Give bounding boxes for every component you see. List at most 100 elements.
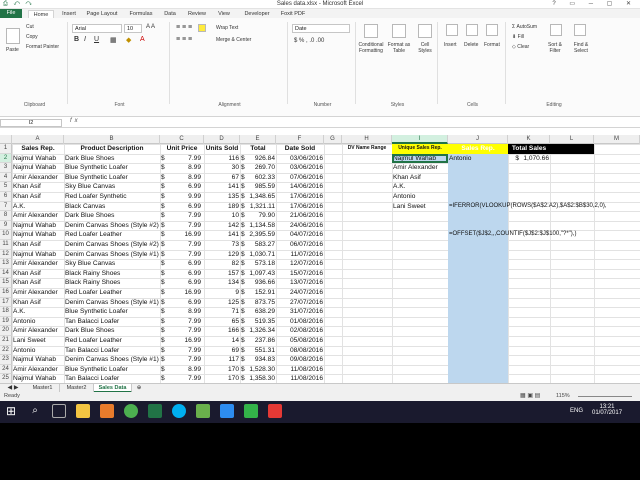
task-view-icon[interactable] (52, 404, 66, 418)
product-cell[interactable]: Tan Balacci Loafer (65, 346, 159, 356)
row-header[interactable]: 12 (0, 249, 12, 260)
product-cell[interactable]: Tan Balacci Loafer (65, 374, 159, 383)
view-mode-icons[interactable]: ▦ ▣ ▤ (520, 392, 540, 401)
units-sold-cell[interactable]: 134 (205, 278, 239, 288)
autosum-button[interactable]: Σ AutoSum (512, 24, 537, 30)
app-icon-green[interactable] (196, 404, 210, 418)
total-cell[interactable]: 1,321.11 (247, 202, 275, 212)
conditional-formatting-icon[interactable] (364, 24, 378, 38)
total-cell[interactable]: 519.35 (247, 317, 275, 327)
date-cell[interactable]: 24/06/2016 (277, 221, 323, 231)
sales-rep-cell[interactable]: Amir Alexander (13, 326, 63, 336)
sales-rep-cell[interactable]: Amir Alexander (13, 211, 63, 221)
total-sales-value[interactable]: 1,070.66 (517, 154, 549, 164)
unit-price-cell[interactable]: 7.99 (167, 317, 201, 327)
unit-price-cell[interactable]: 7.99 (167, 355, 201, 365)
select-all-corner[interactable] (0, 135, 12, 144)
tab-review[interactable]: Review (184, 10, 210, 18)
product-cell[interactable]: Red Loafer Leather (65, 230, 159, 240)
column-title[interactable]: Units Sold (205, 144, 239, 154)
row-header[interactable]: 20 (0, 326, 12, 336)
units-sold-cell[interactable]: 71 (205, 307, 239, 317)
date-cell[interactable]: 07/06/2016 (277, 173, 323, 183)
row-header[interactable]: 16 (0, 288, 12, 298)
sales-rep-cell[interactable]: Khan Asif (13, 298, 63, 308)
product-cell[interactable]: Blue Synthetic Loafer (65, 307, 159, 317)
row-header[interactable]: 2 (0, 153, 12, 164)
units-sold-cell[interactable]: 67 (205, 173, 239, 183)
row-header[interactable]: 17 (0, 297, 12, 308)
date-cell[interactable]: 27/07/2016 (277, 298, 323, 308)
unit-price-cell[interactable]: 16.99 (167, 288, 201, 298)
tab-foxit-pdf[interactable]: Foxit PDF (278, 10, 308, 18)
row-header[interactable]: 8 (0, 211, 12, 221)
row-header[interactable]: 4 (0, 172, 12, 183)
date-cell[interactable]: 05/08/2016 (277, 336, 323, 346)
unit-price-cell[interactable]: 6.99 (167, 202, 201, 212)
date-cell[interactable]: 11/07/2016 (277, 250, 323, 260)
sales-rep-cell[interactable]: Najmul Wahab (13, 154, 63, 164)
row-header[interactable]: 22 (0, 345, 12, 356)
sort-filter-button[interactable]: Sort & Filter (544, 42, 566, 54)
unique-rep-cell[interactable]: Amir Alexander (393, 163, 447, 173)
total-cell[interactable]: 237.86 (247, 336, 275, 346)
app-icon-orange[interactable] (100, 404, 114, 418)
product-cell[interactable]: Denim Canvas Shoes (Style #1) (65, 355, 159, 365)
unit-price-cell[interactable]: 7.99 (167, 154, 201, 164)
product-cell[interactable]: Dark Blue Shoes (65, 154, 159, 164)
number-format-icons[interactable]: $ % , .0 .00 (294, 38, 324, 44)
row-header[interactable]: 11 (0, 240, 12, 250)
unit-price-cell[interactable]: 7.99 (167, 346, 201, 356)
underline-icon[interactable]: U (94, 36, 99, 43)
find-select-icon[interactable] (574, 24, 586, 36)
units-sold-cell[interactable]: 65 (205, 317, 239, 327)
unit-price-cell[interactable]: 6.99 (167, 278, 201, 288)
unit-price-cell[interactable]: 16.99 (167, 336, 201, 346)
wrap-text-button[interactable]: Wrap Text (216, 25, 238, 31)
conditional-formatting-button[interactable]: Conditional Formatting (358, 42, 384, 54)
row-header[interactable]: 13 (0, 259, 12, 269)
row-header[interactable]: 24 (0, 364, 12, 375)
date-cell[interactable]: 13/07/2016 (277, 278, 323, 288)
sales-rep-cell[interactable]: Najmul Wahab (13, 163, 63, 173)
row-header[interactable]: 14 (0, 268, 12, 279)
unit-price-cell[interactable]: 6.99 (167, 269, 201, 279)
column-header-c[interactable]: C (160, 135, 204, 144)
date-cell[interactable]: 04/07/2016 (277, 230, 323, 240)
total-cell[interactable]: 873.75 (247, 298, 275, 308)
sales-rep-cell[interactable]: Antonio (13, 317, 63, 327)
sales-rep-cell[interactable]: Khan Asif (13, 269, 63, 279)
app-icon-blue[interactable] (220, 404, 234, 418)
sort-filter-icon[interactable] (550, 24, 562, 36)
total-cell[interactable]: 985.59 (247, 182, 275, 192)
total-sales-header[interactable]: Total Sales (509, 144, 549, 154)
total-cell[interactable]: 1,348.65 (247, 192, 275, 202)
find-select-button[interactable]: Find & Select (568, 42, 594, 54)
product-cell[interactable]: Denim Canvas Shoes (Style #2) (65, 240, 159, 250)
window-controls[interactable]: ? ▭ ─ ▢ ✕ (552, 0, 637, 7)
date-cell[interactable]: 24/07/2016 (277, 288, 323, 298)
units-sold-cell[interactable]: 82 (205, 259, 239, 269)
date-cell[interactable]: 31/07/2016 (277, 307, 323, 317)
column-header-h[interactable]: H (342, 135, 392, 144)
sales-rep-cell[interactable]: Khan Asif (13, 192, 63, 202)
paste-icon[interactable] (6, 28, 20, 44)
date-cell[interactable]: 11/08/2016 (277, 374, 323, 383)
summary-rep-header[interactable]: Sales Rep. (449, 144, 507, 154)
column-header-f[interactable]: F (276, 135, 324, 144)
units-sold-cell[interactable]: 141 (205, 182, 239, 192)
product-cell[interactable]: Black Canvas (65, 202, 159, 212)
borders-icon[interactable]: ▦ (110, 36, 117, 44)
insert-button[interactable]: Insert (444, 42, 457, 48)
units-sold-cell[interactable]: 141 (205, 230, 239, 240)
total-cell[interactable]: 638.29 (247, 307, 275, 317)
name-box[interactable]: I2 (0, 119, 62, 127)
product-cell[interactable]: Tan Balacci Loafer (65, 317, 159, 327)
date-cell[interactable]: 08/08/2016 (277, 346, 323, 356)
total-cell[interactable]: 1,358.30 (247, 374, 275, 383)
units-sold-cell[interactable]: 10 (205, 211, 239, 221)
formula-text-1[interactable]: =IFERROR(VLOOKUP(ROWS($A$2:A2),$A$2:$B$3… (449, 202, 637, 212)
total-cell[interactable]: 934.83 (247, 355, 275, 365)
fill-button[interactable]: ⬇ Fill (512, 34, 524, 40)
delete-cells-icon[interactable] (466, 24, 478, 36)
